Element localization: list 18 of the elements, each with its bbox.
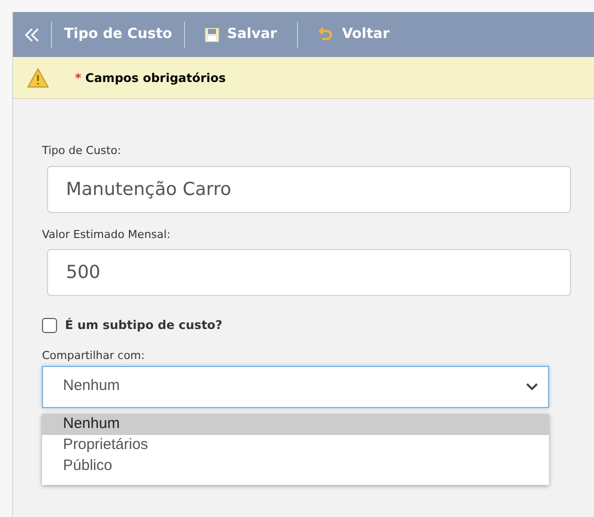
page-title: Tipo de Custo xyxy=(63,25,174,44)
notice-text: Campos obrigatórios xyxy=(85,70,226,86)
text-field[interactable]: Manutenção Carro xyxy=(47,166,571,212)
warning-icon xyxy=(27,68,49,88)
dropdown-option[interactable]: Proprietários xyxy=(42,434,549,456)
checkbox-label: É um subtipo de custo? xyxy=(65,316,222,334)
required-marker: * xyxy=(75,70,82,86)
double-chevron-left-icon xyxy=(23,26,41,42)
dropdown-option[interactable]: Nenhum xyxy=(42,414,549,434)
field-label: Valor Estimado Mensal: xyxy=(42,226,172,242)
undo-arrow-icon xyxy=(318,26,334,42)
share-select[interactable]: Nenhum xyxy=(42,366,549,408)
checkbox[interactable] xyxy=(42,318,57,332)
field-label: Tipo de Custo: xyxy=(42,143,122,159)
field-label: Compartilhar com: xyxy=(42,348,146,364)
text-field[interactable]: 500 xyxy=(47,249,571,296)
chevron-down-icon xyxy=(526,382,538,390)
dropdown-option[interactable]: Público xyxy=(42,456,549,476)
